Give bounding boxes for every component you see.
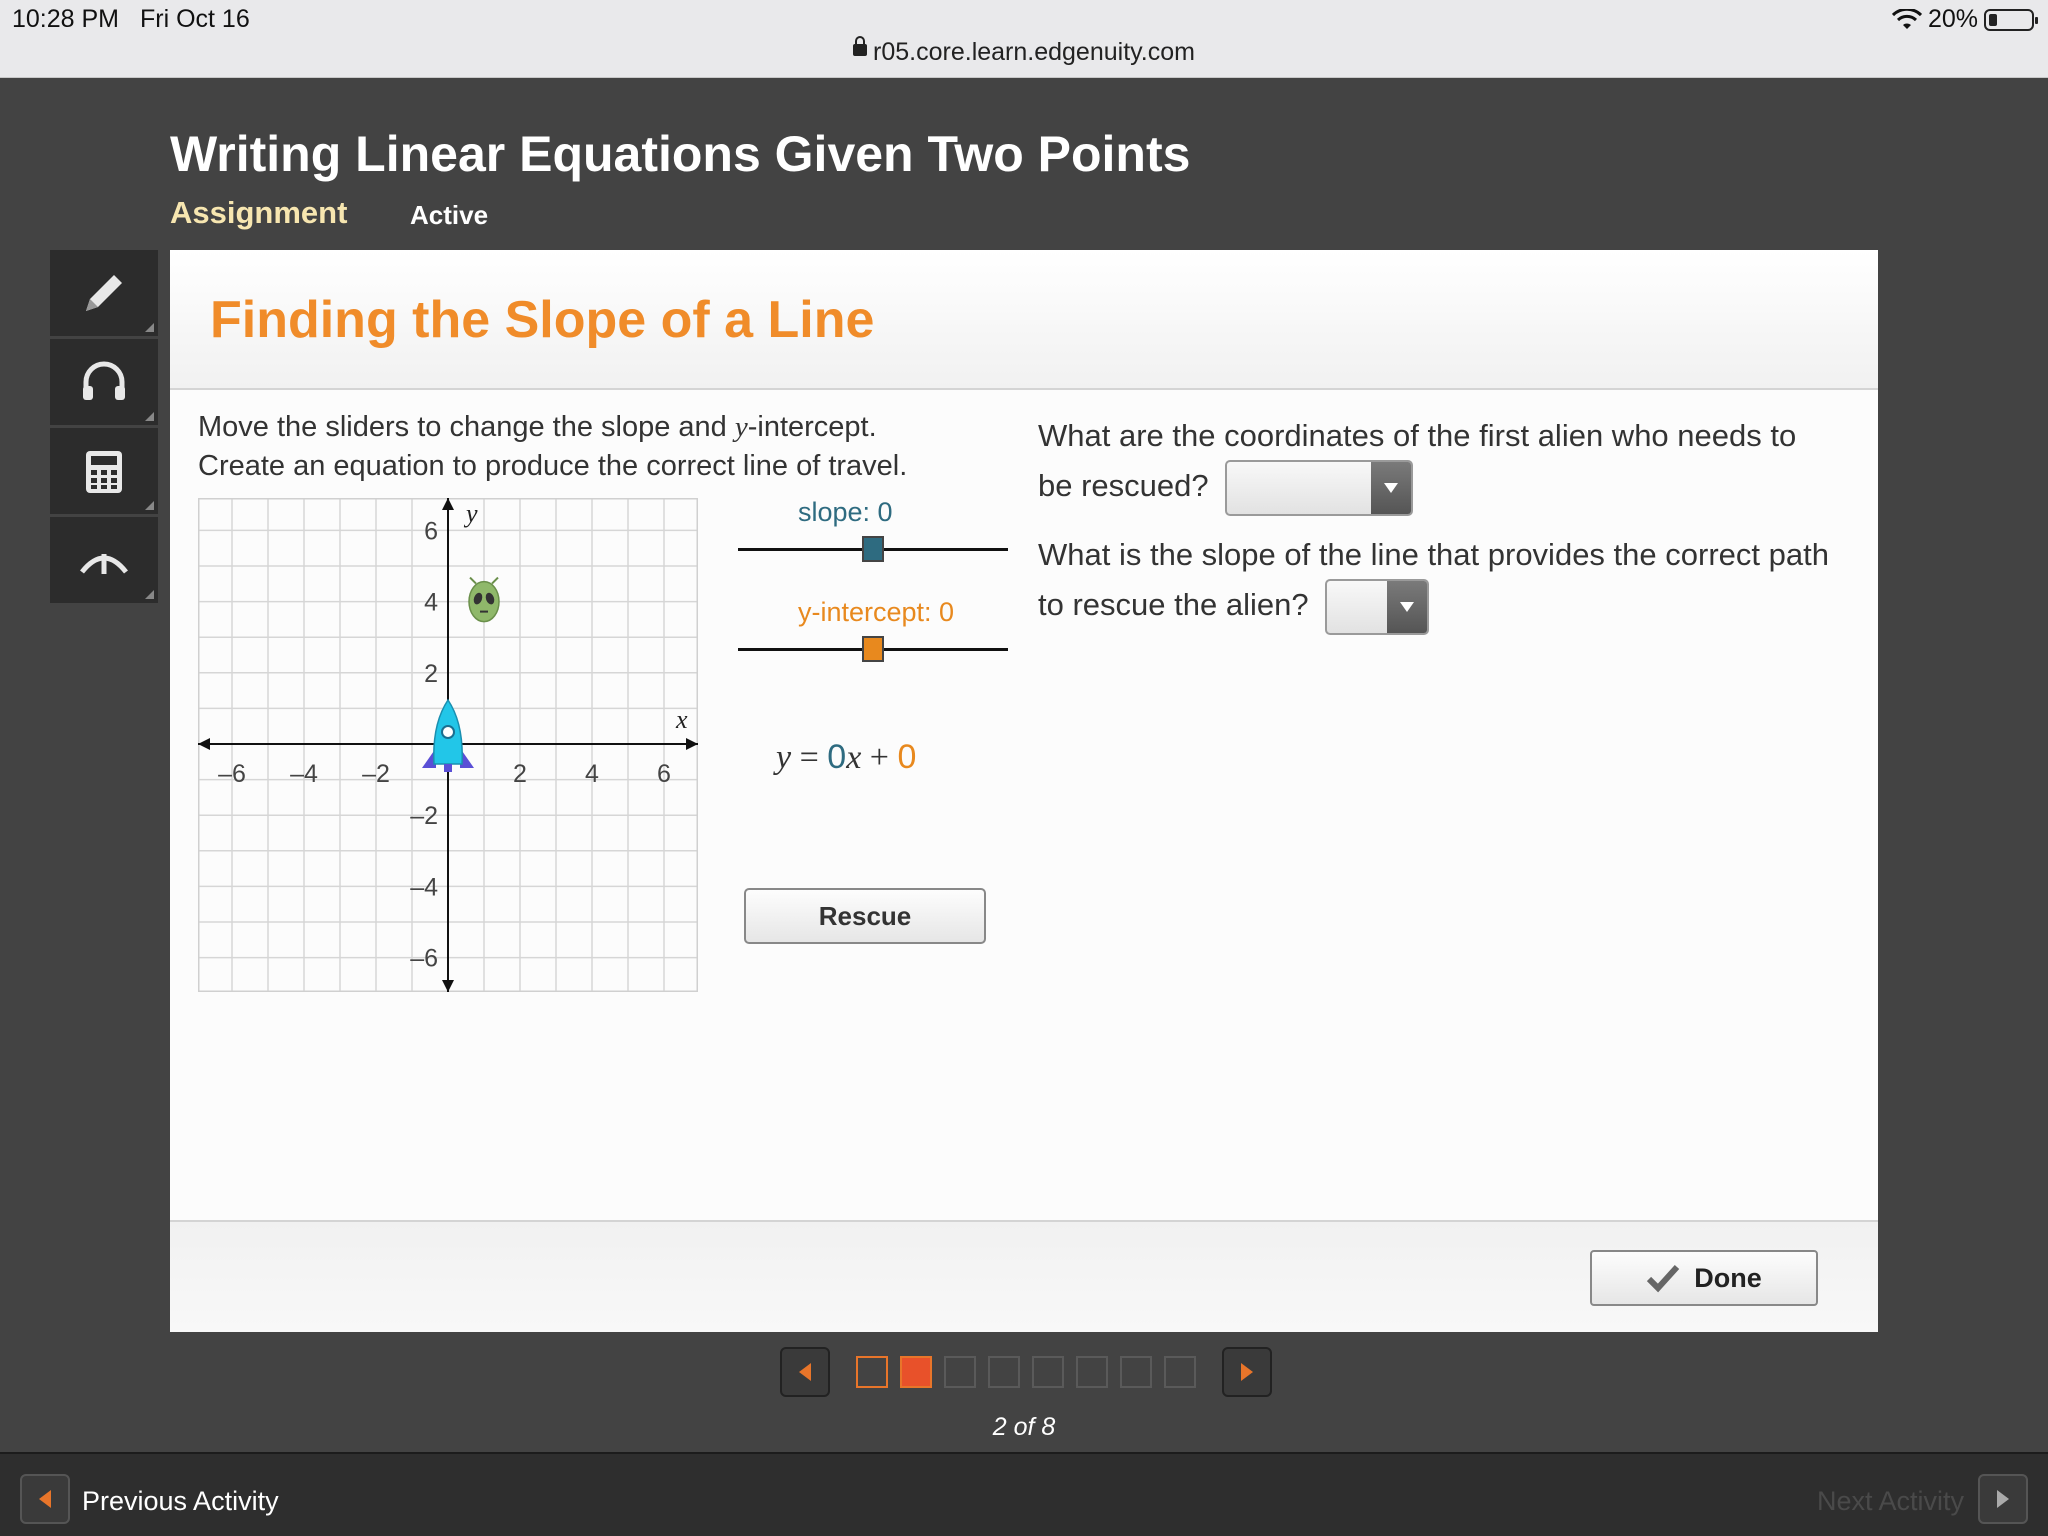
page-2-box[interactable] xyxy=(900,1356,932,1388)
y-tick-label: –2 xyxy=(410,802,438,830)
pencil-icon xyxy=(86,275,122,311)
x-tick-label: 6 xyxy=(657,760,671,788)
y-axis-arrow-down xyxy=(442,980,454,992)
y-tick-label: –4 xyxy=(410,873,438,901)
tool-sidebar xyxy=(50,250,158,606)
next-activity-button xyxy=(1978,1474,2028,1524)
page-3-box[interactable] xyxy=(944,1356,976,1388)
coordinates-dropdown[interactable] xyxy=(1225,460,1414,516)
y-intercept-slider-thumb[interactable] xyxy=(862,636,884,662)
date: Fri Oct 16 xyxy=(140,5,250,33)
y-tick-label: 6 xyxy=(424,517,438,545)
browser-status-bar: 10:28 PM Fri Oct 16 20% r05.core.learn.e… xyxy=(0,0,2048,78)
arrow-up-icon xyxy=(80,554,128,574)
lock-icon xyxy=(853,36,868,57)
page-8-box[interactable] xyxy=(1164,1356,1196,1388)
page-4-box[interactable] xyxy=(988,1356,1020,1388)
alien-icon xyxy=(468,576,500,623)
battery-icon xyxy=(1984,8,2038,31)
instruction-line-2: Create an equation to produce the correc… xyxy=(198,450,908,482)
slope-label: slope: 0 xyxy=(798,497,893,527)
url-bar[interactable]: r05.core.learn.edgenuity.com xyxy=(0,36,2048,67)
y-axis-label: y xyxy=(463,499,478,528)
chevron-down-icon xyxy=(1387,581,1428,633)
lesson-title: Writing Linear Equations Given Two Point… xyxy=(170,126,1191,182)
activity-title: Finding the Slope of a Line xyxy=(210,291,875,349)
assignment-status: Active xyxy=(410,200,489,230)
x-axis-arrow-left xyxy=(198,738,210,750)
x-tick-label: 2 xyxy=(513,760,527,788)
instruction-line-1: Move the sliders to change the slope and… xyxy=(198,411,877,443)
previous-page-button[interactable] xyxy=(780,1347,830,1397)
page-5-box[interactable] xyxy=(1032,1356,1064,1388)
y-intercept-label: y-intercept: 0 xyxy=(798,597,955,627)
coordinate-graph[interactable]: –6 –4 –2 2 4 6 6 4 2 –2 –4 –6 x y xyxy=(198,498,698,992)
y-tick-label: –6 xyxy=(410,945,438,973)
next-page-button[interactable] xyxy=(1222,1347,1272,1397)
page-6-box[interactable] xyxy=(1076,1356,1108,1388)
activity-panel: Finding the Slope of a Line Move the sli… xyxy=(170,250,1878,1332)
wifi-icon xyxy=(1891,8,1922,29)
slope-slider-thumb[interactable] xyxy=(862,536,884,562)
previous-activity-label[interactable]: Previous Activity xyxy=(82,1486,279,1517)
tab-assignment[interactable]: Assignment xyxy=(170,195,347,231)
headphones-icon xyxy=(83,361,125,400)
page-7-box[interactable] xyxy=(1120,1356,1152,1388)
status-icons: 20% xyxy=(1891,5,2038,34)
rescue-button[interactable]: Rescue xyxy=(744,888,986,944)
audio-tool-button[interactable] xyxy=(50,339,158,425)
collapse-tool-button[interactable] xyxy=(50,517,158,603)
done-button[interactable]: Done xyxy=(1590,1250,1818,1306)
slope-dropdown[interactable] xyxy=(1325,579,1430,635)
chevron-down-icon xyxy=(1371,462,1412,514)
x-axis-arrow-right xyxy=(686,738,698,750)
done-label: Done xyxy=(1694,1262,1762,1293)
y-tick-label: 4 xyxy=(424,589,438,617)
activity-navigation-bar: Previous Activity Next Activity xyxy=(0,1452,2048,1536)
question-2: What is the slope of the line that provi… xyxy=(1038,531,1838,635)
url-text: r05.core.learn.edgenuity.com xyxy=(873,38,1195,66)
calculator-icon xyxy=(86,451,122,493)
page-navigator xyxy=(780,1347,1272,1397)
clock: 10:28 PM xyxy=(12,5,120,33)
battery-percent: 20% xyxy=(1927,5,1978,33)
y-tick-label: 2 xyxy=(424,660,438,688)
previous-activity-button[interactable] xyxy=(20,1474,70,1524)
y-axis-arrow-up xyxy=(442,498,454,510)
instructions: Move the sliders to change the slope and… xyxy=(198,408,907,486)
x-axis-label: x xyxy=(675,705,688,734)
pencil-tool-button[interactable] xyxy=(50,250,158,336)
page-1-box[interactable] xyxy=(856,1356,888,1388)
x-tick-label: –4 xyxy=(290,760,318,788)
question-1: What are the coordinates of the first al… xyxy=(1038,412,1838,516)
page-count: 2 of 8 xyxy=(992,1413,1056,1441)
activity-footer: Done xyxy=(170,1220,1878,1332)
calculator-tool-button[interactable] xyxy=(50,428,158,514)
checkmark-icon xyxy=(1647,1264,1680,1293)
question-2-text: What is the slope of the line that provi… xyxy=(1038,537,1829,623)
activity-header: Finding the Slope of a Line xyxy=(170,250,1878,390)
next-activity-label: Next Activity xyxy=(1816,1486,1964,1516)
x-tick-label: –2 xyxy=(362,760,390,788)
rocket-icon xyxy=(422,698,474,772)
question-1-text: What are the coordinates of the first al… xyxy=(1038,418,1797,504)
line-equation: y = 0x + 0 xyxy=(776,738,917,776)
x-tick-label: 4 xyxy=(585,760,599,788)
x-tick-label: –6 xyxy=(218,760,246,788)
